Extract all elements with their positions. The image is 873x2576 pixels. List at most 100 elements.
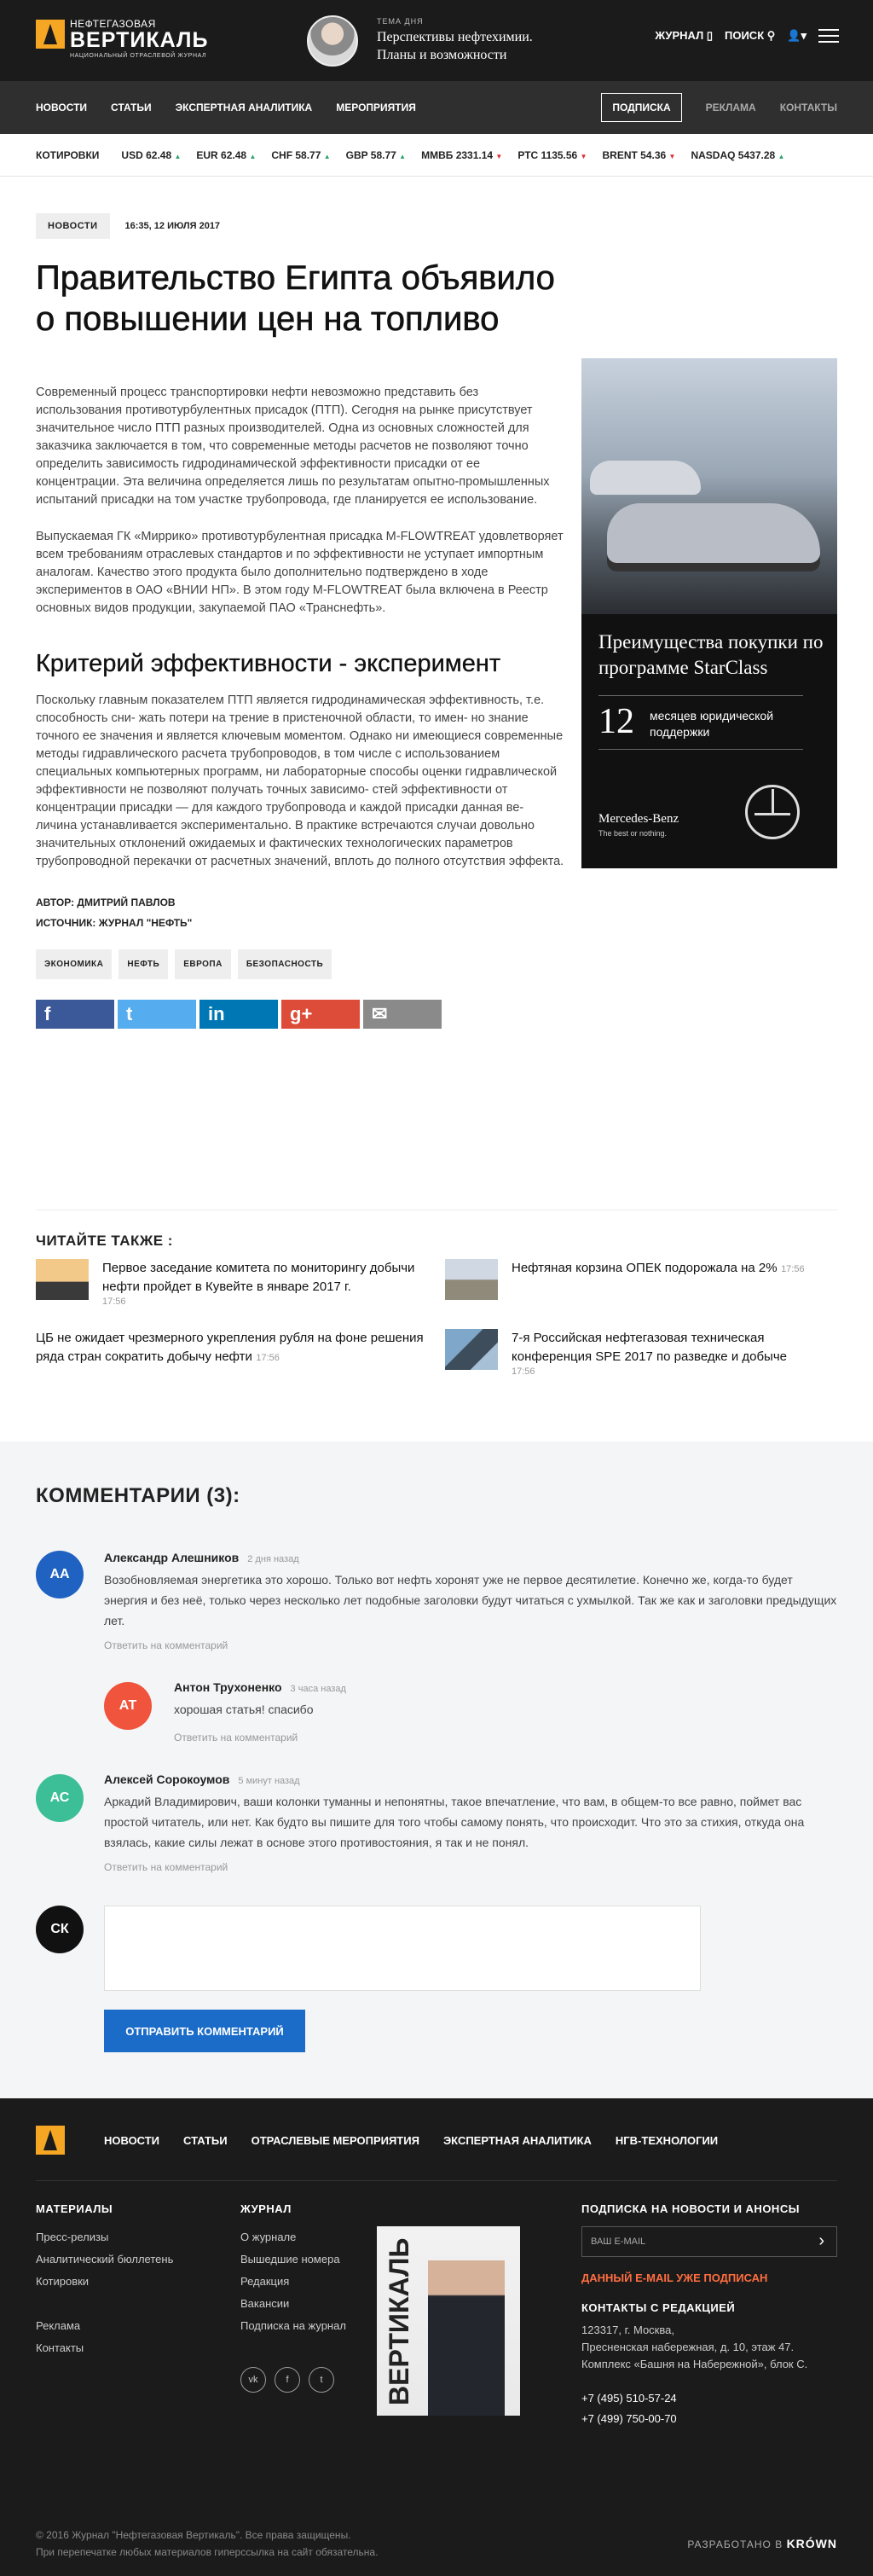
logo-icon[interactable] <box>36 2126 65 2155</box>
quote-item[interactable]: NASDAQ 5437.28 ▲ <box>691 149 784 161</box>
contacts-heading: КОНТАКТЫ С РЕДАКЦИЕЙ <box>581 2301 736 2314</box>
magazine-title: ВЕРТИКАЛЬ <box>384 2237 414 2405</box>
nav-item-ads[interactable]: РЕКЛАМА <box>706 102 756 113</box>
footer-nav-item[interactable]: СТАТЬИ <box>183 2134 228 2147</box>
quote-text: EUR 62.48 <box>196 148 247 161</box>
reply-link[interactable]: Ответить на комментарий <box>174 1732 298 1743</box>
footer-link[interactable]: Подписка на журнал <box>240 2315 346 2337</box>
googleplus-icon: g+ <box>290 1003 313 1024</box>
footer-link[interactable]: О журнале <box>240 2226 346 2248</box>
arrow-down-icon: ▼ <box>668 152 676 160</box>
quote-text: РТС 1135.56 <box>517 148 578 161</box>
twitter-icon[interactable]: t <box>309 2367 334 2393</box>
quote-item[interactable]: USD 62.48 ▲ <box>121 149 181 161</box>
phone-link[interactable]: +7 (499) 750-00-70 <box>581 2409 677 2429</box>
footer-nav-item[interactable]: НОВОСТИ <box>104 2134 159 2147</box>
article-title: Правительство Египта объявило о повышени… <box>36 259 556 339</box>
related-article[interactable]: 7-я Российская нефтегазовая техническая … <box>445 1329 837 1377</box>
theme-link[interactable]: Перспективы нефтехимии. Планы и возможно… <box>377 28 573 64</box>
logo[interactable]: НЕФТЕГАЗОВАЯ ВЕРТИКАЛЬ НАЦИОНАЛЬНЫЙ ОТРА… <box>36 18 208 59</box>
book-icon: ▯ <box>706 29 713 42</box>
nav-item-news[interactable]: НОВОСТИ <box>36 102 87 113</box>
footer-link[interactable]: Пресс-релизы <box>36 2226 173 2248</box>
footer-nav-item[interactable]: ЭКСПЕРТНАЯ АНАЛИТИКА <box>443 2134 592 2147</box>
nav-item-events[interactable]: МЕРОПРИЯТИЯ <box>336 102 416 113</box>
subscribe-button[interactable]: ПОДПИСКА <box>601 93 682 122</box>
quote-item[interactable]: ММВБ 2331.14 ▼ <box>421 149 502 161</box>
journal-link[interactable]: ЖУРНАЛ ▯ <box>655 29 713 43</box>
twitter-share-button[interactable]: t <box>118 1000 196 1029</box>
menu-icon[interactable] <box>818 29 839 43</box>
tag-economy[interactable]: ЭКОНОМИКА <box>36 949 113 979</box>
developer-credit[interactable]: РАЗРАБОТАНО В KRÓWN <box>687 2537 837 2550</box>
quote-text: ММВБ 2331.14 <box>421 148 494 161</box>
mercedes-star-icon <box>745 785 800 839</box>
email-share-button[interactable]: ✉ <box>363 1000 442 1029</box>
footer-link[interactable]: Вакансии <box>240 2293 346 2315</box>
related-article[interactable]: Нефтяная корзина ОПЕК подорожала на 2% 1… <box>445 1259 837 1300</box>
comment-text: Аркадий Владимирович, ваши колонки туман… <box>104 1795 805 1849</box>
nav-item-contacts[interactable]: КОНТАКТЫ <box>780 102 837 113</box>
avatar: АА <box>36 1551 84 1598</box>
share-buttons: f t in g+ ✉ <box>36 1000 564 1029</box>
category-tag[interactable]: НОВОСТИ <box>36 213 110 239</box>
footer-link[interactable]: Редакция <box>240 2271 346 2293</box>
quote-item[interactable]: CHF 58.77 ▲ <box>271 149 330 161</box>
comment-input[interactable] <box>104 1906 701 1991</box>
header-actions: ЖУРНАЛ ▯ ПОИСК ⚲ 👤▾ <box>655 29 839 43</box>
submit-comment-button[interactable]: ОТПРАВИТЬ КОММЕНТАРИЙ <box>104 2010 305 2052</box>
footer-nav: НОВОСТИ СТАТЬИ ОТРАСЛЕВЫЕ МЕРОПРИЯТИЯ ЭК… <box>104 2134 718 2147</box>
article-paragraph: Выпускаемая ГК «Миррико» противотурбулен… <box>36 530 564 615</box>
search-icon: ⚲ <box>766 29 776 42</box>
email-field[interactable]: ВАШ E-MAIL <box>581 2226 837 2257</box>
footer-link[interactable]: Котировки <box>36 2271 173 2293</box>
quote-item[interactable]: РТС 1135.56 ▼ <box>517 149 587 161</box>
footer-link[interactable]: Контакты <box>36 2337 173 2359</box>
footer-link[interactable]: Вышедшие номера <box>240 2248 346 2271</box>
reply-link[interactable]: Ответить на комментарий <box>104 1861 228 1873</box>
facebook-icon[interactable]: f <box>275 2367 300 2393</box>
footer-nav-item[interactable]: НГВ-ТЕХНОЛОГИИ <box>616 2134 718 2147</box>
reply-link[interactable]: Ответить на комментарий <box>104 1639 228 1651</box>
search-link[interactable]: ПОИСК ⚲ <box>725 29 775 43</box>
nav-item-articles[interactable]: СТАТЬИ <box>111 102 152 113</box>
email-error: ДАННЫЙ E-MAIL УЖЕ ПОДПИСАН <box>581 2271 768 2284</box>
chevron-down-icon: ▾ <box>801 29 807 42</box>
nav-item-analytics[interactable]: ЭКСПЕРТНАЯ АНАЛИТИКА <box>176 102 313 113</box>
logo-icon <box>36 20 65 49</box>
quote-item[interactable]: EUR 62.48 ▲ <box>196 149 256 161</box>
avatar: АТ <box>104 1682 152 1730</box>
tag-europe[interactable]: ЕВРОПА <box>175 949 231 979</box>
footer-link[interactable]: Реклама <box>36 2315 173 2337</box>
read-also-section: ЧИТАЙТЕ ТАКЖЕ : Первое заседание комитет… <box>36 1210 837 1377</box>
comment-time: 5 минут назад <box>238 1776 300 1786</box>
phone-link[interactable]: +7 (495) 510-57-24 <box>581 2388 677 2409</box>
facebook-share-button[interactable]: f <box>36 1000 114 1029</box>
user-menu[interactable]: 👤▾ <box>787 29 807 43</box>
divider <box>36 2180 837 2181</box>
vk-icon[interactable]: vk <box>240 2367 266 2393</box>
quote-item[interactable]: GBP 58.77 ▲ <box>346 149 406 161</box>
ad-title: Преимущества покупки по программе StarCl… <box>598 631 824 678</box>
theme-label: ТЕМА ДНЯ <box>377 17 424 26</box>
advertisement-banner[interactable]: Преимущества покупки по программе StarCl… <box>581 358 837 868</box>
related-article[interactable]: ЦБ не ожидает чрезмерного укрепления руб… <box>36 1329 436 1366</box>
related-article[interactable]: Первое заседание комитета по мониторингу… <box>36 1259 436 1307</box>
googleplus-share-button[interactable]: g+ <box>281 1000 360 1029</box>
footer-nav-item[interactable]: ОТРАСЛЕВЫЕ МЕРОПРИЯТИЯ <box>251 2134 419 2147</box>
address-line: Пресненская набережная, д. 10, этаж 47. <box>581 2341 795 2353</box>
linkedin-share-button[interactable]: in <box>199 1000 278 1029</box>
magazine-cover[interactable]: ВЕРТИКАЛЬ <box>377 2226 520 2416</box>
read-also-title: ЧИТАЙТЕ ТАКЖЕ : <box>36 1233 173 1249</box>
ad-slogan: The best or nothing. <box>598 829 668 838</box>
author-name: Антон Трухоненко <box>174 1680 282 1694</box>
tag-oil[interactable]: НЕФТЬ <box>119 949 169 979</box>
cover-photo <box>428 2260 505 2416</box>
tag-security[interactable]: БЕЗОПАСНОСТЬ <box>237 949 332 979</box>
arrow-up-icon: ▲ <box>323 152 331 160</box>
quote-text: USD 62.48 <box>121 148 172 161</box>
theme-avatar[interactable] <box>307 15 358 67</box>
quote-item[interactable]: BRENT 54.36 ▼ <box>603 149 676 161</box>
materials-links: Пресс-релизы Аналитический бюллетень Кот… <box>36 2226 173 2359</box>
footer-link[interactable]: Аналитический бюллетень <box>36 2248 173 2271</box>
